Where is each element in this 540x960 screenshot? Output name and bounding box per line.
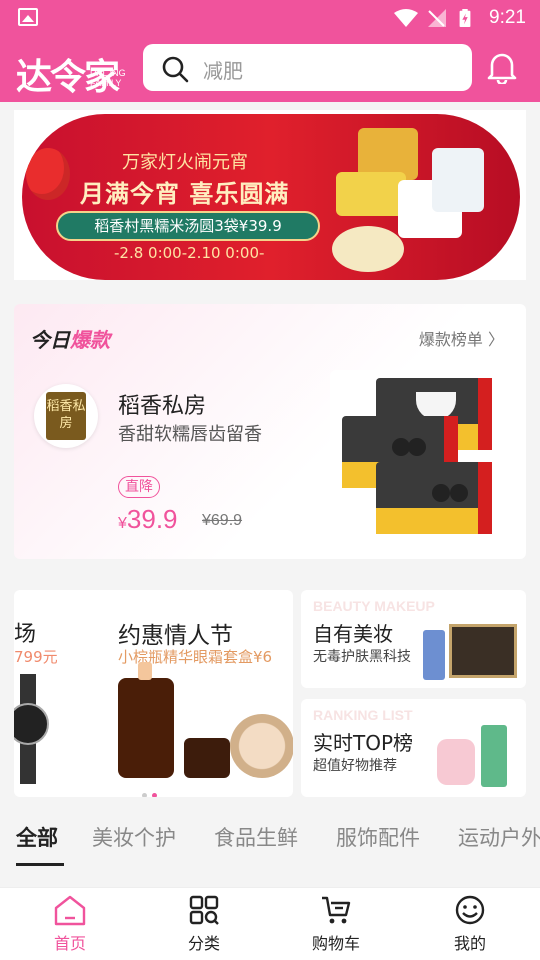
valentines-activity-card[interactable]: 场 799元 约惠情人节 小棕瓶精华眼霜套盒¥6 [14,590,293,797]
title-today: 今日 [30,328,70,352]
search-input[interactable]: 减肥 [143,44,472,91]
beauty-makeup-card[interactable]: BEAUTY MAKEUP 自有美妆 无毒护肤黑科技 [301,590,526,688]
product-desc: 香甜软糯唇齿留香 [118,424,262,445]
wifi-icon [394,9,418,27]
image-notification-icon [18,8,38,26]
tab-sports[interactable]: 运动户外 [458,822,540,852]
activity-title: 约惠情人节 [118,623,233,649]
category-icon [189,895,219,925]
banner-product-bowl [332,226,404,272]
lantern-festival-banner[interactable]: 万家灯火闹元宵 月满今宵 喜乐圆满 稻香村黑糯米汤圆3袋¥39.9 -2.8 0… [22,114,520,280]
eye-cream-jar-image [184,738,230,778]
ranking-bg-text: RANKING LIST [313,707,413,723]
beauty-bg-text: BEAUTY MAKEUP [313,598,435,614]
banner-date: -2.8 0:00-2.10 0:00- [114,244,265,262]
status-time: 9:21 [489,7,526,28]
nav-category[interactable]: 分类 [164,894,244,954]
cushion-compact-image [230,714,293,778]
home-icon [54,895,86,926]
tab-all[interactable]: 全部 [16,822,58,852]
no-signal-icon [428,9,446,27]
today-hot-title: 今日爆款 [30,324,110,353]
logo-subtext: DAL ING FAMILY [90,68,126,88]
tangyuan-bag [376,462,492,534]
title-hot: 爆款 [70,328,110,352]
hot-ranking-link[interactable]: 爆款榜单 〉 [419,326,504,350]
today-hot-section: 今日爆款 爆款榜单 〉 稻香私房 稻香私房 香甜软糯唇齿留香 直降 ¥39.9 … [14,304,526,559]
tab-indicator [16,863,64,866]
logo-sub-1: DAL ING [90,68,126,78]
battery-charging-icon [459,9,471,27]
status-bar: 9:21 [0,0,540,36]
drink-image [481,725,507,787]
price-value: 39.9 [126,504,178,534]
skincare-tube-image [423,630,445,680]
banner-line1: 万家灯火闹元宵 [122,152,248,173]
tab-beauty[interactable]: 美妆个护 [92,822,176,852]
prev-card-sub: 799元 [14,648,58,666]
search-icon [162,56,189,83]
watch-image [14,674,49,784]
bottom-nav: 首页 分类 购物车 我的 [0,887,540,960]
price-symbol: ¥ [118,515,127,532]
brand-logo-text: 稻香私房 [46,392,86,440]
nav-cart-label: 购物车 [311,934,360,953]
nav-home-label: 首页 [53,934,86,953]
beauty-sub: 无毒护肤黑科技 [313,649,411,665]
cart-icon [322,896,351,924]
product-price: ¥39.9 [118,504,178,535]
product-brand-name[interactable]: 稻香私房 [118,388,206,420]
lantern-graphic [26,148,70,200]
tab-food[interactable]: 食品生鲜 [214,822,298,852]
banner-line2: 月满今宵 喜乐圆满 [80,180,290,208]
prev-card-title: 场 [14,622,37,647]
top-header: 达令家 DAL ING FAMILY 减肥 [0,36,540,102]
product-image[interactable] [330,370,502,540]
original-price: ¥69.9 [202,512,243,529]
ranking-list-card[interactable]: RANKING LIST 实时TOP榜 超值好物推荐 [301,699,526,797]
banner-product-milk [432,148,484,212]
bell-icon[interactable] [486,50,518,84]
banner-promo-pill: 稻香村黑糯米汤圆3袋¥39.9 [56,211,320,241]
banner-product-snack [336,172,406,216]
beauty-title: 自有美妆 [313,622,393,646]
price-drop-badge: 直降 [118,476,160,498]
search-placeholder: 减肥 [203,59,243,83]
category-tabs: 全部 美妆个护 食品生鲜 服饰配件 运动户外 [0,812,540,872]
profile-icon [455,895,485,925]
nav-profile-label: 我的 [453,934,486,953]
perfume-image [437,739,475,785]
brand-logo[interactable]: 稻香私房 [34,384,98,448]
logo-sub-2: FAMILY [90,78,122,88]
nav-category-label: 分类 [187,934,220,953]
tab-apparel[interactable]: 服饰配件 [336,822,420,852]
carousel-dots [142,783,162,797]
ranking-title: 实时TOP榜 [313,731,414,755]
ranking-sub: 超值好物推荐 [313,758,397,774]
serum-bottle-image [118,662,174,778]
nav-profile[interactable]: 我的 [430,894,510,954]
nav-cart[interactable]: 购物车 [296,894,376,954]
skincare-set-image [449,624,517,678]
banner-section: 万家灯火闹元宵 月满今宵 喜乐圆满 稻香村黑糯米汤圆3袋¥39.9 -2.8 0… [14,110,526,280]
nav-home[interactable]: 首页 [30,894,110,954]
